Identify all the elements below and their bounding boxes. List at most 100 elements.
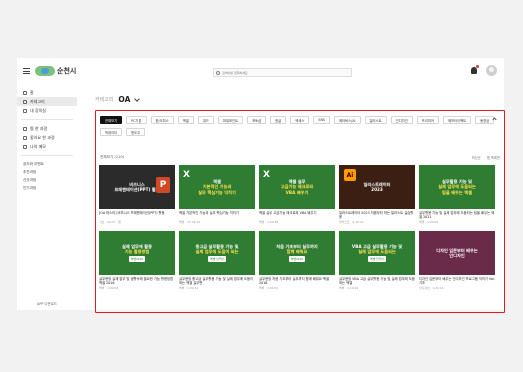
category-chip[interactable]: 엑세스 [290,116,310,124]
sidebar-link-popular[interactable]: 인기과정 [17,184,77,192]
category-chip[interactable]: 전체보기 [100,116,123,124]
course-thumbnail[interactable]: 실무활용 기능 및 실제 업무에 도움되는 팁을 배우는 엑셀 [419,165,495,209]
sidebar-item-bookmarked[interactable]: 찜 한 과정 [17,124,77,133]
chevron-up-icon[interactable] [492,117,497,122]
thumbnail-text: 인디자인 [449,253,465,258]
course-thumbnail[interactable]: Ai 일러스트레이터 2023 [339,165,415,209]
course-card[interactable]: P 비즈니스 프레젠테이션(PPT) 활용 [OA 마스터] 비즈니스 프레젠테이션(… [99,165,175,224]
sidebar-item-label: 홈 [30,89,34,95]
course-thumbnail[interactable]: X 엑셀 기본적인 기능과 실무 핵심기능 익히기 [179,165,255,209]
highlight-region: 전체보기 PC기본 한/오피스 엑셀 워드 파워포인트 포토샵 한글 엑세스 SNS 메타버스/AI… [95,110,505,313]
user-avatar[interactable] [486,65,497,76]
sidebar-item-label: 내 강의실 [30,107,46,113]
category-chip[interactable]: 윈도우 [126,128,146,136]
illustrator-icon: Ai [344,169,356,181]
course-title[interactable]: 실무현장 중고급 실무활용 기능 및 실제 업무에 도움이 되는 엑셀 실무편 [179,277,255,286]
sidebar-item-home[interactable]: 홈 [17,88,77,97]
course-thumbnail[interactable]: VBA 고급 실무활용 기능 및 실제 업무에 도움되는 엑셀 업무편 [339,231,415,275]
sidebar-item-memo[interactable]: 나의 메모 [17,142,77,151]
course-meta: 기초 · 04:37 · 찜 [99,220,121,224]
sidebar-item-label: 좋아요 한 과정 [30,134,55,140]
category-chip[interactable]: 포토샵 [247,116,267,124]
course-thumbnail[interactable]: X 엑셀 실무 고급기능 매크로와 VBA 배우기 [259,165,335,209]
bookmark-filter-toggle[interactable]: 찜 목록만 [487,155,500,160]
category-chip[interactable]: 일러스트 [364,116,387,124]
course-meta: 일러스트 · 1:10:22 [339,220,364,224]
category-chip[interactable]: 동영상 [475,116,495,124]
thumbnail-text: 실무 핵심기능 익히기 [198,189,236,195]
category-chip[interactable]: 파워포인트 [217,116,244,124]
breadcrumb: 카테고리 OA [95,95,141,104]
course-title[interactable]: 엑셀 실무 고급기능 매크로와 VBA 배우기 [259,211,335,220]
memo-icon [23,144,27,149]
course-thumbnail[interactable]: 처음 기초부터 실무까지 함께 배워요 엑셀2016 [259,231,335,275]
category-chips: 전체보기 PC기본 한/오피스 엑셀 워드 파워포인트 포토샵 한글 엑세스 SNS 메타버스/AI… [100,116,495,136]
course-title[interactable]: 엑셀 기본적인 기능과 실무 핵심기능 익히기 [179,211,255,220]
course-card[interactable]: 중고급 실무활용 기능 및 실제 업무에 도움이 되는 엑셀 실무편실무현장 중고급… [179,231,255,290]
sidebar-item-label: 찜 한 과정 [30,125,48,131]
course-card[interactable]: 디자인 입문부터 배우는 인디자인디자인 입문부터 배우는 인디자인 프로그램 익… [419,231,495,290]
category-chip[interactable]: 워드 [197,116,214,124]
course-card[interactable]: 실제 업무에 활용 기능 활용방법 엑셀2016 실무현장 실제 업무 및 생활속에 … [99,231,175,290]
course-title[interactable]: 실무현장 실제 업무 및 생활속에 필요한 기능 활용방법 엑셀 2016 [99,277,175,286]
sidebar-item-category[interactable]: 카테고리 [17,97,77,106]
classroom-icon [23,108,27,113]
course-card[interactable]: X 엑셀 실무 고급기능 매크로와 VBA 배우기엑셀 실무 고급기능 매크로와 VB… [259,165,335,224]
course-title[interactable]: [OA 마스터] 비즈니스 프레젠테이션(PPT) 활용 [99,211,175,220]
course-card[interactable]: X 엑셀 기본적인 기능과 실무 핵심기능 익히기엑셀 기본적인 기능과 실무 핵심기… [179,165,255,224]
course-title[interactable]: 디자인 입문부터 배우는 인디자인 프로그램 익히기 Vol. 기초 [419,277,495,286]
main-content: 카테고리 OA 전체보기 PC기본 한/오피스 엑셀 워드 파워포인트 포토샵 한글 엑세스 SN… [95,86,505,313]
sidebar-divider [21,119,73,120]
category-chip[interactable]: SNS [313,116,331,124]
search-icon [216,70,220,75]
list-tools: 최신순 찜 목록만 [472,155,500,160]
category-chip[interactable]: 에프터이펙트 [442,116,472,124]
course-thumbnail[interactable]: 실제 업무에 활용 기능 활용방법 엑셀2016 [99,231,175,275]
category-chip[interactable]: 엑셀 [177,116,194,124]
category-chip[interactable]: 메타버스/AI [334,116,361,124]
sidebar-item-my-classroom[interactable]: 내 강의실 [17,106,77,115]
thumbnail-text: VBA 배우기 [285,189,309,195]
course-meta: 엑셀 · 1:40:09 [419,220,439,224]
course-meta: 엑셀 · 17:36:19 [179,220,201,224]
category-icon [23,99,27,104]
sidebar-item-liked[interactable]: 좋아요 한 과정 [17,133,77,142]
app-window: 순천시 홈 카테고리 내 강의실 찜 한 과정 좋아요 한 과정 나의 메모 공… [17,58,505,313]
course-title[interactable]: 일러스트레이터 2023 처음부터 하는 일러스트 실습활용 [339,211,415,220]
course-thumbnail[interactable]: 디자인 입문부터 배우는 인디자인 [419,231,495,275]
category-chip[interactable]: 인디자인 [390,116,413,124]
sidebar-divider [21,155,73,156]
search-input[interactable] [222,69,342,76]
app-download-link[interactable]: APP 다운로드 [17,301,77,306]
category-chip[interactable]: 한/오피스 [150,116,174,124]
hamburger-menu-icon[interactable] [23,68,30,74]
notification-bell-icon[interactable] [471,65,479,74]
course-title[interactable]: 실무현장 처음 기초부터 실무까지 함께 배워요 엑셀 2016 [259,277,335,286]
logo[interactable]: 순천시 [35,66,76,76]
sidebar-link-recommended[interactable]: 추천과정 [17,168,77,176]
category-chip[interactable]: 프리미어 [416,116,439,124]
course-thumbnail[interactable]: 중고급 실무활용 기능 및 실제 업무에 도움이 되는 엑셀 실무편 [179,231,255,275]
thumbnail-text: 실제 업무에 도움이 되는 [195,249,239,254]
course-card[interactable]: 처음 기초부터 실무까지 함께 배워요 엑셀2016 실무현장 처음 기초부터 실무까… [259,231,335,290]
course-card[interactable]: 실무활용 기능 및 실제 업무에 도움되는 팁을 배우는 엑셀실무활용 기능 및 실… [419,165,495,224]
list-header: 전체보기 (210) 최신순 찜 목록만 [100,155,500,160]
course-thumbnail[interactable]: P 비즈니스 프레젠테이션(PPT) 활용 [99,165,175,209]
category-chip[interactable]: 빅데이터 [100,128,123,136]
chevron-down-icon[interactable] [134,95,141,102]
sidebar-item-label: 카테고리 [30,98,45,104]
bookmark-icon [23,126,27,131]
logo-text: 순천시 [57,67,77,75]
sidebar-link-new[interactable]: 신규과정 [17,176,77,184]
category-chip[interactable]: 한글 [270,116,287,124]
breadcrumb-label[interactable]: 카테고리 [95,96,113,103]
course-title[interactable]: 실무현장 VBA 고급 실무활용 기능 및 실제 업무에 도움되는 엑셀 [339,277,415,286]
course-card[interactable]: VBA 고급 실무활용 기능 및 실제 업무에 도움되는 엑셀 업무편실무현장 VB… [339,231,415,290]
search-bar[interactable] [213,68,352,77]
course-title[interactable]: 실무활용 기능 및 실제 업무에 도움되는 팁을 배우는 엑셀 2021 [419,211,495,220]
category-chip[interactable]: PC기본 [126,116,147,124]
sidebar-item-label: 나의 메모 [30,143,46,149]
sort-dropdown[interactable]: 최신순 [472,155,481,160]
sidebar-link-notice[interactable]: 공지와 이벤트 [17,160,77,168]
course-card[interactable]: Ai 일러스트레이터 2023 일러스트레이터 2023 처음부터 하는 일러스트 실… [339,165,415,224]
